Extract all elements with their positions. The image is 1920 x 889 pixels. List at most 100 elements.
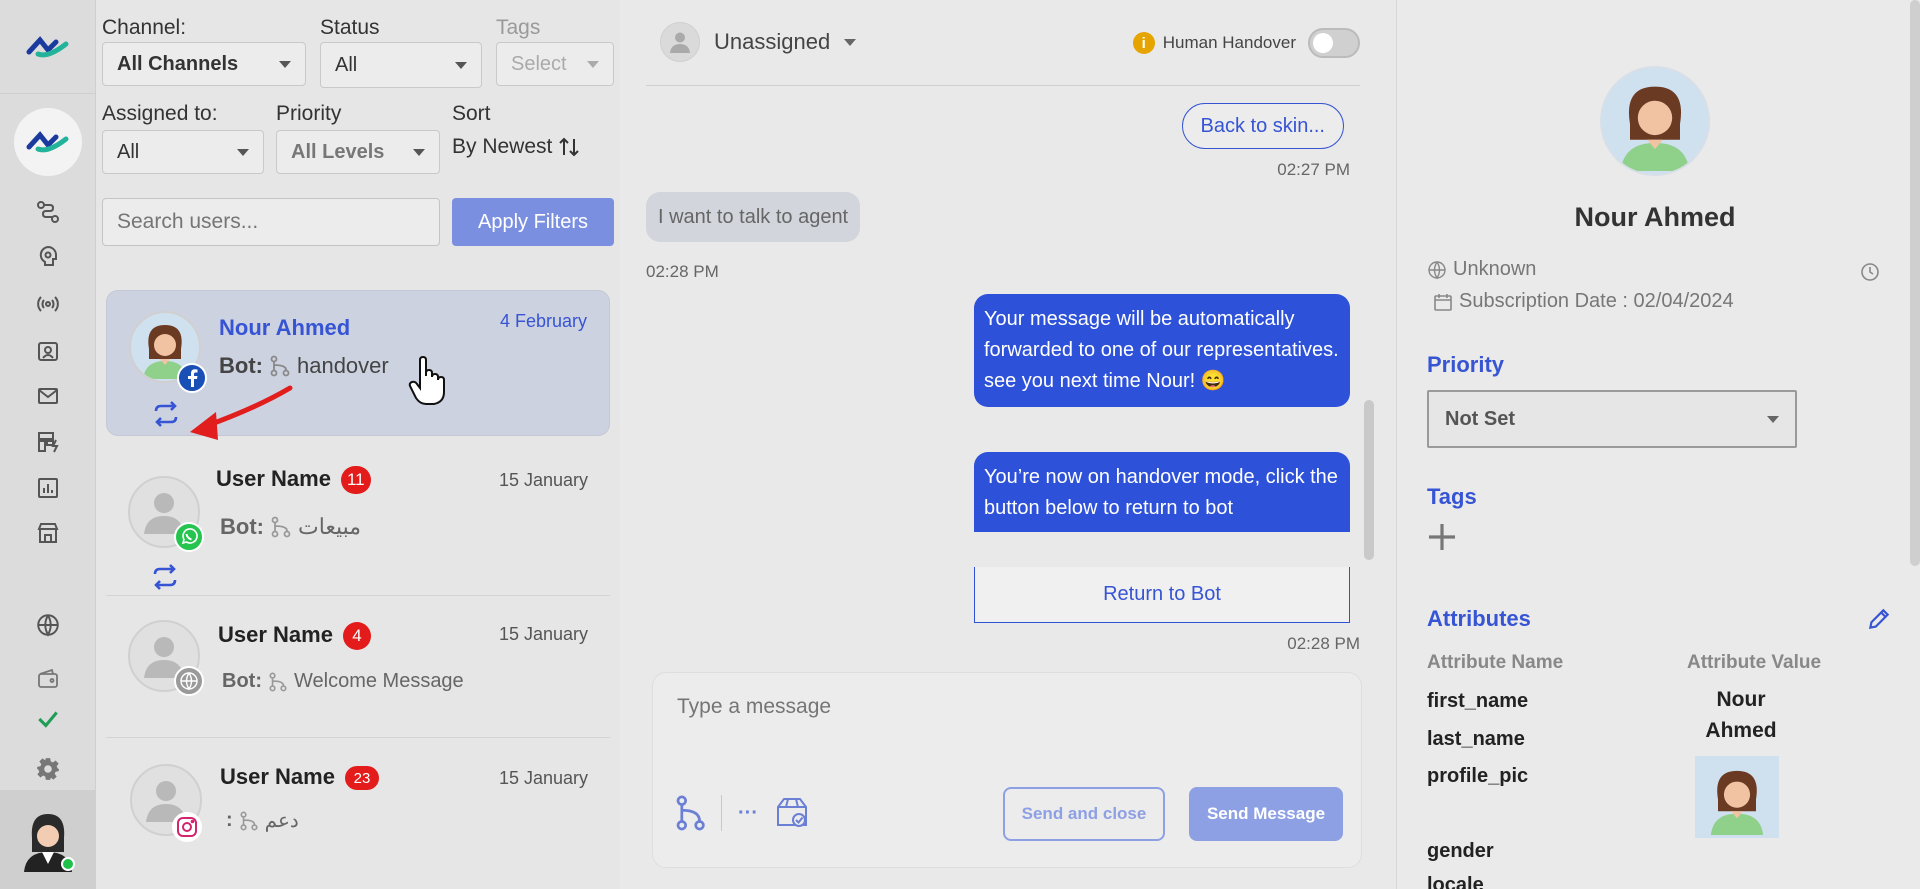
conversation-name: Nour Ahmed bbox=[219, 315, 351, 340]
flow-icon bbox=[271, 516, 291, 538]
language-icon[interactable] bbox=[34, 611, 62, 639]
chevron-down-icon bbox=[1767, 415, 1779, 423]
priority-select[interactable]: Not Set bbox=[1427, 390, 1797, 448]
add-tag-button[interactable] bbox=[1427, 522, 1459, 554]
app-logo[interactable] bbox=[0, 0, 96, 94]
edit-pencil-icon[interactable] bbox=[1866, 606, 1892, 632]
contact-profile-panel: Nour Ahmed Unknown Subscription Date : 0… bbox=[1396, 0, 1920, 889]
conversation-item[interactable]: User Name 4 15 January Bot: Welcome Messa… bbox=[106, 600, 610, 738]
priority-select-value: All Levels bbox=[291, 140, 385, 163]
nav-rail bbox=[0, 0, 96, 889]
assigned-select-value: All bbox=[117, 140, 140, 163]
conversation-item[interactable]: User Name 23 15 January : دعم bbox=[106, 742, 610, 882]
annotation-arrow bbox=[190, 385, 293, 440]
outgoing-message: Your message will be automatically forwa… bbox=[974, 294, 1350, 407]
conversation-preview: : دعم bbox=[226, 808, 299, 833]
settings-icon[interactable] bbox=[34, 755, 62, 783]
handover-icon bbox=[154, 401, 178, 427]
logo-icon bbox=[26, 35, 69, 57]
automation-icon[interactable] bbox=[34, 428, 62, 456]
location-row: Unknown bbox=[1427, 258, 1536, 281]
chevron-down-icon bbox=[237, 148, 249, 156]
message-time: 02:28 PM bbox=[1287, 634, 1360, 653]
chat-header: Unassigned i Human Handover bbox=[646, 0, 1360, 86]
history-clock-icon[interactable] bbox=[1860, 262, 1880, 282]
flow-icon[interactable] bbox=[675, 795, 705, 831]
tags-select[interactable]: Select bbox=[496, 42, 614, 86]
flow-icon bbox=[269, 672, 287, 691]
message-thread: Back to skin... 02:27 PM I want to talk … bbox=[646, 86, 1360, 660]
user-avatar[interactable] bbox=[0, 790, 96, 889]
message-input[interactable] bbox=[677, 687, 1337, 727]
attr-name-header: Attribute Name bbox=[1427, 652, 1564, 673]
profile-scrollbar[interactable] bbox=[1910, 0, 1920, 566]
attr-key: gender bbox=[1427, 840, 1494, 862]
back-to-skin-button[interactable]: Back to skin... bbox=[1181, 103, 1344, 149]
send-and-close-button[interactable]: Send and close bbox=[1003, 787, 1165, 841]
workspace-logo[interactable] bbox=[14, 108, 82, 176]
conversation-name-text: User Name bbox=[220, 764, 335, 789]
subscription-row: Subscription Date : 02/04/2024 bbox=[1433, 290, 1734, 313]
conversation-preview: Bot: مبيعات bbox=[220, 514, 361, 540]
assigned-select[interactable]: All bbox=[102, 130, 264, 174]
chat-scrollbar[interactable] bbox=[1364, 400, 1374, 560]
apply-filters-button[interactable]: Apply Filters bbox=[452, 198, 614, 246]
tags-title: Tags bbox=[1427, 484, 1477, 509]
sort-toggle[interactable]: By Newest bbox=[452, 135, 580, 159]
conversation-name-text: User Name bbox=[218, 622, 333, 647]
incoming-message: I want to talk to agent bbox=[646, 192, 861, 242]
broadcast-icon[interactable] bbox=[34, 290, 62, 318]
chevron-down-icon bbox=[455, 61, 467, 69]
attr-key: last_name bbox=[1427, 728, 1525, 750]
status-label: Status bbox=[320, 16, 380, 39]
channel-label: Channel: bbox=[102, 16, 187, 39]
mail-icon[interactable] bbox=[34, 382, 62, 410]
profile-name: Nour Ahmed bbox=[1574, 202, 1736, 232]
human-handover-toggle[interactable] bbox=[1308, 28, 1360, 58]
attr-key: first_name bbox=[1427, 690, 1529, 712]
flows-icon[interactable] bbox=[34, 198, 62, 226]
avatar bbox=[660, 22, 700, 62]
product-box-icon[interactable] bbox=[774, 795, 810, 831]
more-options-button[interactable]: ··· bbox=[738, 802, 758, 825]
attr-key: locale bbox=[1427, 874, 1484, 889]
send-message-button[interactable]: Send Message bbox=[1189, 787, 1343, 841]
analytics-icon[interactable] bbox=[34, 474, 62, 502]
chevron-down-icon bbox=[279, 60, 291, 68]
subscription-date: Subscription Date : 02/04/2024 bbox=[1459, 290, 1734, 312]
location-value: Unknown bbox=[1453, 258, 1537, 280]
divider bbox=[721, 795, 722, 831]
priority-select[interactable]: All Levels bbox=[276, 130, 440, 174]
hand-cursor-icon bbox=[408, 356, 445, 405]
status-select[interactable]: All bbox=[320, 42, 482, 88]
flow-icon bbox=[270, 355, 290, 377]
conversation-name-text: User Name bbox=[216, 466, 331, 491]
contacts-icon[interactable] bbox=[34, 337, 62, 365]
conversation-date: 15 January bbox=[498, 768, 588, 788]
store-icon[interactable] bbox=[34, 519, 62, 547]
sort-label: Sort bbox=[452, 102, 491, 125]
outgoing-message: You’re now on handover mode, click the b… bbox=[974, 452, 1350, 532]
bot-flow-name: Welcome Message bbox=[293, 670, 464, 692]
ai-brain-icon[interactable] bbox=[34, 243, 62, 271]
plus-icon bbox=[1429, 524, 1455, 550]
wallet-icon[interactable] bbox=[34, 664, 62, 692]
profile-pic-thumbnail[interactable] bbox=[1695, 756, 1779, 838]
human-handover-label: Human Handover bbox=[1162, 33, 1296, 52]
divider bbox=[106, 737, 610, 738]
search-input[interactable] bbox=[102, 198, 440, 246]
profile-avatar bbox=[1600, 66, 1710, 176]
assignee-dropdown[interactable]: Unassigned bbox=[660, 22, 857, 62]
conversation-date: 4 February bbox=[499, 311, 587, 331]
workspace-logo-icon bbox=[26, 131, 69, 153]
return-to-bot-button[interactable]: Return to Bot bbox=[974, 567, 1350, 623]
channel-select[interactable]: All Channels bbox=[102, 42, 306, 86]
bot-flow-name: مبيعات bbox=[297, 514, 362, 539]
priority-title: Priority bbox=[1427, 352, 1505, 377]
check-icon[interactable] bbox=[34, 705, 62, 733]
chat-panel: Unassigned i Human Handover Back to skin… bbox=[620, 0, 1396, 889]
conversation-item[interactable]: User Name 11 15 January Bot: مبيعات bbox=[106, 440, 610, 596]
chevron-down-icon bbox=[587, 60, 599, 68]
attr-value: Ahmed bbox=[1705, 719, 1777, 742]
conversation-item[interactable]: Nour Ahmed 4 February Bot: handover bbox=[106, 290, 610, 436]
